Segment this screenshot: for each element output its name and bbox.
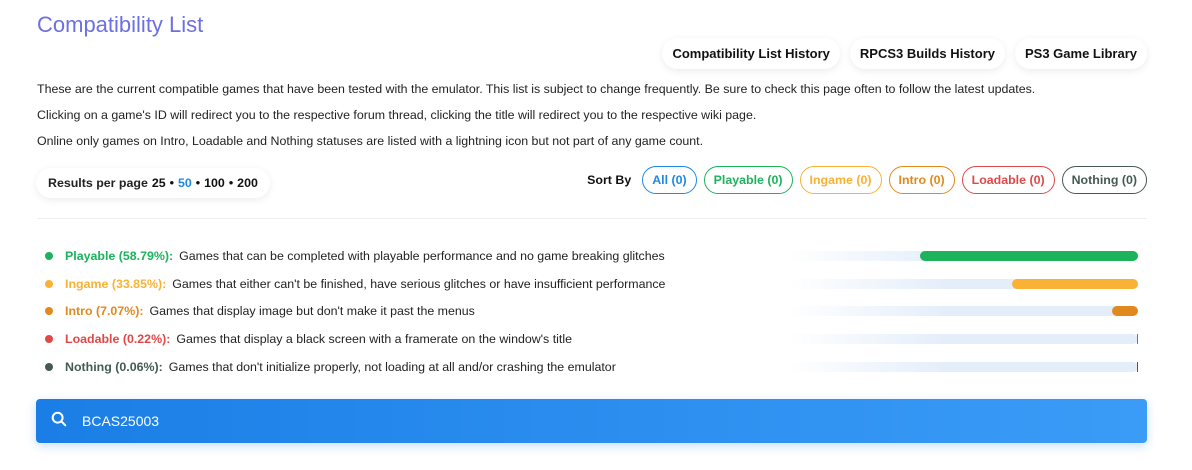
sort-filters: Sort By All (0) Playable (0) Ingame (0) …: [587, 166, 1147, 194]
status-name: Loadable (0.22%):: [65, 332, 171, 346]
status-row-loadable: Loadable (0.22%): Games that display a b…: [45, 331, 572, 347]
status-row-intro: Intro (7.07%): Games that display image …: [45, 303, 475, 319]
status-row-playable: Playable (58.79%): Games that can be com…: [45, 248, 665, 264]
ps3-game-library-button[interactable]: PS3 Game Library: [1015, 38, 1147, 69]
per-page-option-25[interactable]: 25: [152, 176, 166, 190]
filter-ingame[interactable]: Ingame (0): [799, 166, 882, 194]
status-name: Ingame (33.85%):: [65, 277, 167, 291]
status-dot: [45, 335, 53, 343]
status-bar-fill: [1137, 334, 1138, 344]
per-page-separator: •: [169, 176, 174, 190]
results-per-page: Results per page 25 • 50 • 100 • 200: [36, 168, 270, 198]
per-page-separator: •: [228, 176, 234, 190]
divider: [37, 218, 1147, 219]
description-line: Online only games on Intro, Loadable and…: [37, 134, 704, 148]
per-page-option-50[interactable]: 50: [178, 176, 192, 190]
filter-playable[interactable]: Playable (0): [703, 166, 793, 194]
status-row-nothing: Nothing (0.06%): Games that don't initia…: [45, 359, 616, 375]
status-name: Intro (7.07%):: [65, 304, 144, 318]
status-bar-nothing: [788, 362, 1138, 372]
filter-intro[interactable]: Intro (0): [888, 166, 955, 194]
status-description: Games that display image but don't make …: [149, 304, 475, 318]
status-description: Games that can be completed with playabl…: [179, 249, 665, 263]
sort-by-label: Sort By: [587, 173, 632, 187]
page-title: Compatibility List: [37, 12, 204, 37]
search-bar: [36, 399, 1147, 443]
rpcs3-builds-history-button[interactable]: RPCS3 Builds History: [849, 38, 1005, 69]
status-description: Games that display a black screen with a…: [176, 332, 572, 346]
status-dot: [45, 280, 53, 288]
status-dot: [45, 252, 53, 260]
per-page-option-200[interactable]: 200: [237, 176, 258, 190]
description-line: These are the current compatible games t…: [37, 82, 1036, 96]
status-bar-fill: [1012, 279, 1138, 289]
status-bar-loadable: [788, 334, 1138, 344]
per-page-separator: •: [195, 176, 201, 190]
compatibility-list-history-button[interactable]: Compatibility List History: [662, 38, 840, 69]
status-name: Nothing (0.06%):: [65, 360, 163, 374]
description-line: Clicking on a game's ID will redirect yo…: [37, 108, 757, 122]
status-row-ingame: Ingame (33.85%): Games that either can't…: [45, 276, 665, 292]
filter-loadable[interactable]: Loadable (0): [961, 166, 1055, 194]
status-bar-fill: [1111, 306, 1138, 316]
search-input[interactable]: [82, 399, 1147, 443]
status-bar-fill: [919, 251, 1138, 261]
status-dot: [45, 363, 53, 371]
status-bar-fill: [1137, 362, 1138, 372]
results-per-page-label: Results per page: [48, 176, 148, 190]
search-icon: [50, 410, 82, 433]
status-bar-playable: [788, 251, 1138, 261]
nav-buttons: Compatibility List History RPCS3 Builds …: [662, 38, 1147, 69]
filter-nothing[interactable]: Nothing (0): [1061, 166, 1147, 194]
status-bar-ingame: [788, 279, 1138, 289]
status-description: Games that either can't be finished, hav…: [172, 277, 666, 291]
status-description: Games that don't initialize properly, no…: [168, 360, 616, 374]
filter-all[interactable]: All (0): [642, 166, 697, 194]
status-dot: [45, 307, 53, 315]
status-bar-intro: [788, 306, 1138, 316]
status-name: Playable (58.79%):: [65, 249, 174, 263]
per-page-option-100[interactable]: 100: [204, 176, 225, 190]
